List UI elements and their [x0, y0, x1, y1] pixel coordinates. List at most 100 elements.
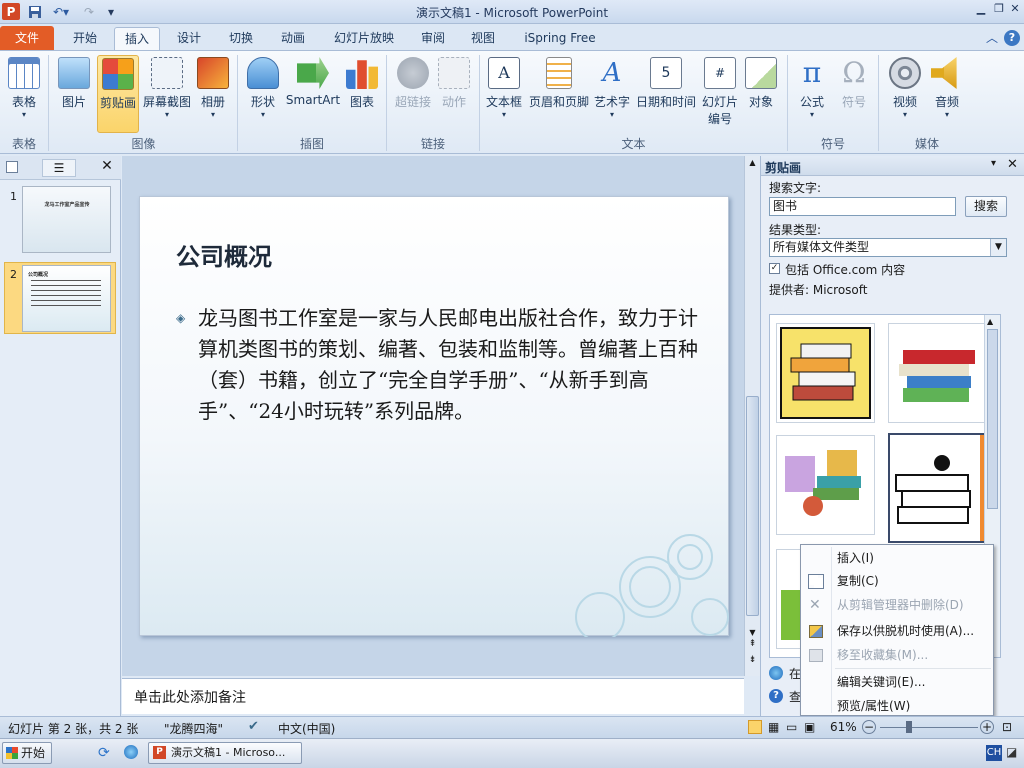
hyperlink-button[interactable]: 超链接: [392, 55, 434, 137]
search-input[interactable]: 图书: [769, 197, 956, 216]
symbol-button[interactable]: Ω 符号: [836, 55, 872, 137]
tab-animations[interactable]: 动画: [270, 27, 316, 50]
help-tips-icon: ?: [769, 689, 783, 703]
tab-transitions[interactable]: 切换: [218, 27, 264, 50]
action-button[interactable]: 动作: [436, 55, 472, 137]
pane-options-icon[interactable]: ▾: [991, 158, 996, 169]
reading-view-icon[interactable]: ▭: [786, 720, 797, 734]
datetime-button[interactable]: 5 日期和时间: [634, 55, 698, 137]
slide-thumbnail-1[interactable]: 龙马工作室产品宣传: [22, 186, 111, 253]
equation-button[interactable]: π 公式 ▾: [794, 55, 830, 137]
menu-item-delete[interactable]: ✕ 从剪辑管理器中删除(D): [801, 594, 993, 617]
outline-tab-icon[interactable]: ☰: [42, 159, 76, 177]
tab-home[interactable]: 开始: [62, 27, 108, 50]
clip-result-reading[interactable]: [776, 435, 875, 535]
header-footer-button[interactable]: 页眉和页脚: [527, 55, 591, 137]
zoom-slider-thumb[interactable]: [906, 721, 912, 733]
scroll-thumb[interactable]: [746, 396, 759, 616]
table-button[interactable]: 表格 ▾: [4, 55, 44, 137]
smartart-button[interactable]: SmartArt: [285, 55, 341, 137]
clipart-button[interactable]: 剪贴画: [97, 55, 139, 133]
screenshot-icon: [151, 57, 183, 89]
start-button[interactable]: 开始: [2, 742, 52, 764]
chart-button[interactable]: 图表: [344, 55, 380, 137]
menu-item-edit-keywords[interactable]: 编辑关键词(E)...: [801, 671, 993, 694]
clipart-icon: [102, 58, 134, 90]
previous-slide-icon[interactable]: ⇞: [746, 640, 759, 649]
menu-item-insert[interactable]: 插入(I): [801, 547, 993, 570]
slide-thumbnail-2[interactable]: 公司概况: [22, 265, 111, 332]
language-text[interactable]: 中文(中国): [278, 720, 335, 737]
slide-sorter-icon[interactable]: ▦: [768, 720, 779, 734]
slideshow-view-icon[interactable]: ▣: [804, 720, 815, 734]
tab-review[interactable]: 审阅: [412, 27, 454, 50]
menu-item-label: 插入(I): [837, 551, 874, 565]
chevron-down-icon[interactable]: ▼: [990, 239, 1006, 256]
tab-ispring[interactable]: iSpring Free: [512, 27, 608, 50]
scroll-thumb[interactable]: [987, 329, 998, 509]
include-office-checkbox[interactable]: ✓: [769, 263, 780, 274]
object-icon: [745, 57, 777, 89]
clip-result-books-color[interactable]: [888, 323, 987, 423]
clip-result-books-stack[interactable]: [776, 323, 875, 423]
next-slide-icon[interactable]: ⇟: [746, 656, 759, 665]
textbox-button[interactable]: A 文本框 ▾: [484, 55, 524, 137]
scroll-up-icon[interactable]: ▲: [987, 317, 993, 326]
slide-vertical-scrollbar[interactable]: ▲ ▼ ⇞ ⇟: [744, 156, 760, 676]
slide-number-label2: 编号: [707, 112, 732, 126]
tab-slideshow[interactable]: 幻灯片放映: [322, 27, 406, 50]
zoom-out-icon[interactable]: −: [862, 720, 876, 734]
album-button[interactable]: 相册 ▾: [195, 55, 231, 137]
taskbar-powerpoint-button[interactable]: P 演示文稿1 - Microso...: [148, 742, 302, 764]
scroll-up-icon[interactable]: ▲: [746, 158, 759, 170]
tab-file[interactable]: 文件: [0, 26, 54, 50]
shapes-button[interactable]: 形状 ▾: [244, 55, 282, 137]
menu-item-save-offline[interactable]: 保存以供脱机时使用(A)...: [801, 620, 993, 643]
group-separator: [48, 55, 49, 151]
theme-name-text[interactable]: "龙腾四海": [164, 720, 223, 737]
object-button[interactable]: 对象: [743, 55, 779, 137]
quicklaunch-icon[interactable]: ⟳: [98, 745, 110, 761]
slide-number-button[interactable]: # 幻灯片 编号: [700, 55, 740, 137]
notes-pane[interactable]: 单击此处添加备注: [122, 678, 744, 714]
clip-result-books-bw-selected[interactable]: ▾: [888, 433, 996, 543]
tab-view[interactable]: 视图: [462, 27, 504, 50]
group-label-images: 图像: [131, 137, 156, 151]
reading-clip-icon: [785, 450, 861, 516]
slide-canvas[interactable]: 公司概况 ◈ 龙马图书工作室是一家与人民邮电出版社合作，致力于计算机类图书的策划…: [139, 196, 729, 637]
slide-body-text[interactable]: 龙马图书工作室是一家与人民邮电出版社合作，致力于计算机类图书的策划、编著、包装和…: [198, 303, 708, 427]
video-button[interactable]: 视频 ▾: [886, 55, 924, 137]
help-icon[interactable]: ?: [1004, 30, 1020, 46]
minimize-icon[interactable]: ▁: [972, 2, 990, 18]
wordart-button[interactable]: A 艺术字 ▾: [594, 55, 630, 137]
group-label-text: 文本: [621, 137, 646, 151]
menu-item-copy[interactable]: 复制(C): [801, 570, 993, 593]
zoom-slider-track[interactable]: [880, 727, 978, 728]
ime-settings-icon[interactable]: ◪: [1006, 745, 1017, 759]
tab-insert[interactable]: 插入: [114, 27, 160, 50]
collapse-ribbon-icon[interactable]: ︿: [984, 27, 1000, 50]
audio-button[interactable]: 音频 ▾: [928, 55, 966, 137]
green-book-clip-icon: [781, 590, 801, 640]
menu-item-preview-properties[interactable]: 预览/属性(W): [801, 695, 993, 718]
result-type-select[interactable]: 所有媒体文件类型 ▼: [769, 238, 1007, 257]
zoom-in-icon[interactable]: +: [980, 720, 994, 734]
group-separator: [878, 55, 879, 151]
search-button[interactable]: 搜索: [965, 196, 1007, 217]
wordart-button-label: 艺术字: [594, 95, 631, 109]
slide-title[interactable]: 公司概况: [176, 237, 272, 272]
ie-icon[interactable]: [124, 745, 138, 759]
screenshot-button[interactable]: 屏幕截图 ▾: [142, 55, 192, 137]
menu-item-move-collection[interactable]: 移至收藏集(M)...: [801, 644, 993, 667]
tab-design[interactable]: 设计: [166, 27, 212, 50]
fit-to-window-icon[interactable]: ⊡: [1002, 720, 1012, 734]
normal-view-icon[interactable]: [748, 720, 762, 734]
pane-close-icon[interactable]: ✕: [1007, 157, 1018, 172]
zoom-level-text[interactable]: 61%: [830, 720, 857, 734]
ime-indicator[interactable]: CH: [986, 745, 1002, 761]
close-icon[interactable]: ✕: [1006, 2, 1024, 18]
close-panel-icon[interactable]: ✕: [98, 158, 116, 176]
spelling-check-icon[interactable]: ✔: [248, 719, 259, 734]
picture-button[interactable]: 图片: [54, 55, 94, 137]
slides-tab-icon[interactable]: [6, 161, 18, 173]
